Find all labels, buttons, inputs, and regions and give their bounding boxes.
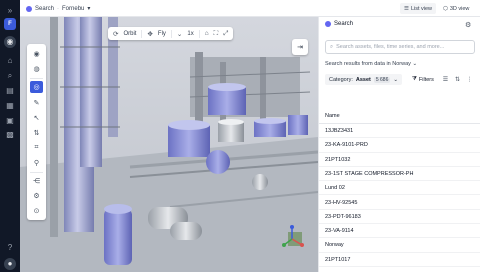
3d-view-label: 3D view bbox=[449, 5, 470, 12]
user-avatar[interactable]: ● bbox=[4, 258, 16, 270]
search-icon[interactable]: ⌕ bbox=[4, 70, 16, 82]
toolbar-divider bbox=[198, 29, 200, 38]
category-label: Category: bbox=[329, 76, 353, 83]
workspace-icon[interactable]: ◉ bbox=[4, 36, 16, 48]
chevron-down-icon: ⌄ bbox=[393, 76, 398, 83]
filter-icon: ⧩ bbox=[412, 76, 417, 82]
category-value: Asset bbox=[355, 76, 371, 83]
filters-button[interactable]: ⧩ Filters bbox=[409, 74, 437, 85]
result-row[interactable]: 23-KA-9101-PRD bbox=[319, 138, 480, 153]
viewer-side-toolbar: ◉ ◍ ◎ ✎ ↖ ⇅ ⌗ ⚲ ⋲ ⚙ ⊙ bbox=[27, 44, 46, 220]
collapse-panel-button[interactable]: ⇥ bbox=[292, 39, 308, 55]
location-selector[interactable]: Fornebu bbox=[62, 6, 84, 12]
3d-view-button[interactable]: ⬡ 3D view bbox=[439, 3, 473, 14]
fit-view-icon[interactable]: ⛶ bbox=[214, 30, 219, 38]
app-window: » F ◉ ⌂ ⌕ ▤ ▦ ▣ ▩ ? ● Search · Fornebu ▾… bbox=[0, 0, 480, 272]
settings-icon[interactable]: ⚙ bbox=[30, 190, 43, 202]
toolbar-divider bbox=[30, 78, 43, 79]
list-view-button[interactable]: ☰ List view bbox=[400, 3, 437, 14]
explore-icon[interactable]: ◍ bbox=[30, 63, 43, 75]
fly-icon[interactable]: ✥ bbox=[147, 30, 152, 38]
expand-nav-icon[interactable]: » bbox=[4, 5, 16, 17]
breadcrumb-section[interactable]: Search bbox=[35, 6, 54, 12]
fly-mode-button[interactable]: Fly bbox=[158, 31, 166, 37]
filter-bar: Category: Asset 5 686 ⌄ ⧩ Filters ☰ ⇅ ⋮ bbox=[319, 73, 480, 86]
cube-icon: ⬡ bbox=[443, 5, 448, 12]
home-view-icon[interactable]: ⌂ bbox=[205, 30, 209, 37]
chevron-down-icon[interactable]: ⌄ bbox=[177, 30, 182, 38]
share-icon[interactable]: ⋲ bbox=[30, 175, 43, 187]
more-options-icon[interactable]: ⋮ bbox=[465, 74, 474, 85]
list-layout-icon[interactable]: ☰ bbox=[441, 74, 450, 85]
3d-scene[interactable] bbox=[20, 17, 318, 272]
fullscreen-icon[interactable]: ⤢ bbox=[223, 30, 228, 38]
result-row[interactable]: Lund 02 bbox=[319, 181, 480, 196]
category-count-badge: 5 686 bbox=[373, 76, 391, 83]
result-row[interactable]: Norway bbox=[319, 238, 480, 253]
help-icon[interactable]: ? bbox=[4, 242, 16, 254]
panel-header: Search bbox=[325, 21, 353, 27]
draw-icon[interactable]: ✎ bbox=[30, 97, 43, 109]
result-row[interactable]: 23-HV-92545 bbox=[319, 196, 480, 210]
gear-icon[interactable]: ⚙ bbox=[465, 21, 471, 29]
search-input[interactable]: ⌕ Search assets, files, time series, and… bbox=[325, 40, 475, 54]
result-row[interactable]: 21PT1017 bbox=[319, 253, 480, 267]
panel-title: Search bbox=[334, 21, 354, 27]
crop-icon[interactable]: ⌗ bbox=[30, 142, 43, 154]
orbit-icon[interactable]: ⟳ bbox=[113, 30, 118, 38]
app-logo[interactable]: F bbox=[4, 18, 16, 30]
help-circle-icon[interactable]: ⊙ bbox=[30, 205, 43, 217]
result-row[interactable]: 23-1ST STAGE COMPRESSOR-PH bbox=[319, 167, 480, 182]
top-bar: Search · Fornebu ▾ ☰ List view ⬡ 3D view bbox=[20, 0, 480, 17]
column-settings-icon[interactable]: ⇅ bbox=[453, 74, 462, 85]
chevron-down-icon[interactable]: ▾ bbox=[87, 5, 90, 12]
breadcrumb: Search · Fornebu ▾ bbox=[26, 0, 90, 17]
chevron-down-icon: ⌄ bbox=[412, 61, 418, 67]
scope-label: Search results from data in Norway bbox=[325, 61, 411, 67]
toolbar-divider bbox=[170, 29, 172, 38]
scope-selector[interactable]: Search results from data in Norway ⌄ bbox=[325, 61, 417, 67]
arrow-right-bar-icon: ⇥ bbox=[297, 44, 303, 51]
result-row[interactable]: 21PT1032 bbox=[319, 153, 480, 167]
3d-viewer[interactable]: ⟳ Orbit ✥ Fly ⌄ 1x ⌂ ⛶ ⤢ ◉ ◍ ◎ ✎ ↖ ⇅ ⌗ ⚲… bbox=[20, 17, 318, 272]
result-row[interactable]: 23-PDT-96183 bbox=[319, 210, 480, 225]
location-pin-icon[interactable]: ⚲ bbox=[30, 157, 43, 169]
result-row[interactable]: 23-VA-9114 bbox=[319, 224, 480, 239]
category-selector[interactable]: Category: Asset 5 686 ⌄ bbox=[325, 74, 402, 85]
results-column-header[interactable]: Name bbox=[319, 109, 480, 124]
list-icon: ☰ bbox=[404, 5, 409, 12]
breadcrumb-separator: · bbox=[57, 5, 60, 12]
search-app-icon bbox=[325, 21, 331, 27]
apps-icon[interactable]: ▩ bbox=[4, 129, 16, 141]
chart-icon[interactable]: ▤ bbox=[4, 85, 16, 97]
toolbar-divider bbox=[141, 29, 143, 38]
data-icon[interactable]: ▣ bbox=[4, 115, 16, 127]
filters-label: Filters bbox=[418, 76, 434, 83]
search-icon: ⌕ bbox=[330, 43, 334, 50]
pointer-icon[interactable]: ↖ bbox=[30, 112, 43, 124]
speed-selector[interactable]: 1x bbox=[187, 31, 193, 37]
navigation-toolbar: ⟳ Orbit ✥ Fly ⌄ 1x ⌂ ⛶ ⤢ bbox=[108, 27, 234, 40]
orbit-mode-button[interactable]: Orbit bbox=[123, 31, 136, 37]
list-view-label: List view bbox=[410, 5, 433, 12]
left-nav-rail: » F ◉ ⌂ ⌕ ▤ ▦ ▣ ▩ ? ● bbox=[0, 0, 20, 272]
result-row[interactable]: 13JBZ3431 bbox=[319, 124, 480, 139]
layers-icon[interactable]: ◉ bbox=[30, 48, 43, 60]
select-tool-icon[interactable]: ◎ bbox=[30, 81, 43, 93]
grid-icon[interactable]: ▦ bbox=[4, 100, 16, 112]
search-app-icon bbox=[26, 5, 32, 12]
search-panel: Search ⚙ ⌕ Search assets, files, time se… bbox=[318, 17, 480, 272]
merge-icon[interactable]: ⇅ bbox=[30, 127, 43, 139]
home-icon[interactable]: ⌂ bbox=[4, 55, 16, 67]
search-placeholder: Search assets, files, time series, and m… bbox=[336, 44, 445, 50]
toolbar-divider bbox=[30, 172, 43, 173]
